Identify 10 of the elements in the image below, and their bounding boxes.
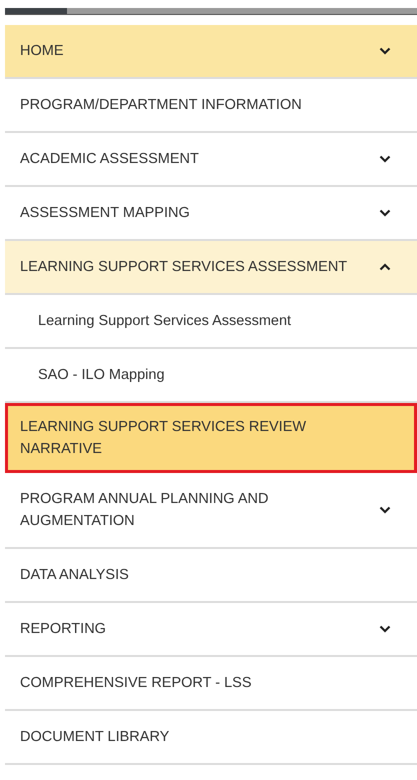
menu-item[interactable]: LEARNING SUPPORT SERVICES ASSESSMENT [5,241,417,295]
menu-item[interactable]: HOME [5,25,417,79]
menu-item[interactable]: LEARNING SUPPORT SERVICES REVIEW NARRATIVE [5,403,417,473]
scrollbar[interactable] [5,8,417,15]
chevron-up-icon [379,263,391,271]
chevron-down-icon [379,625,391,633]
chevron-down-icon [379,155,391,163]
chevron-down-icon [379,47,391,55]
chevron-down-icon [379,209,391,217]
chevron-down-icon [379,506,391,514]
